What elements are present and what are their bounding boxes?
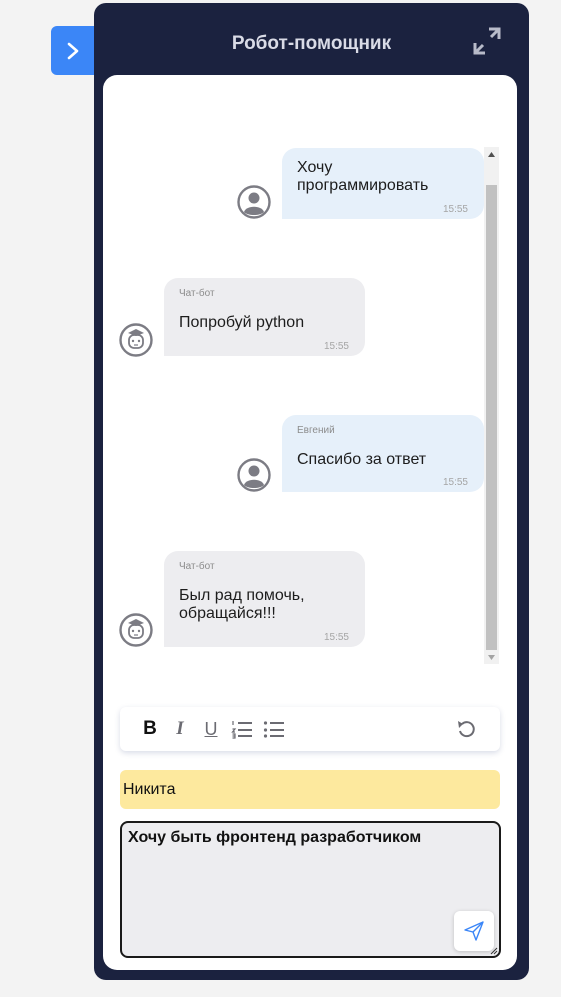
ordered-list-button[interactable] <box>230 717 254 741</box>
panel-title: Робот-помощник <box>231 33 392 54</box>
message-sender: Чат-бот <box>179 288 215 299</box>
user-avatar-icon <box>237 185 271 219</box>
scroll-up-arrow[interactable] <box>484 147 499 161</box>
message-sender: Чат-бот <box>179 561 215 572</box>
bold-button[interactable]: B <box>138 717 162 741</box>
message-bubble-user: Евгений Спасибо за ответ 15:55 <box>282 415 484 492</box>
bot-avatar-icon <box>119 323 153 357</box>
message-text: Был рад помочь, обращайся!!! <box>179 587 305 623</box>
message-scrollbar[interactable] <box>484 147 499 664</box>
scrollbar-thumb[interactable] <box>486 185 497 650</box>
message-text-line: Хочу <box>297 159 333 176</box>
sidebar-toggle-button[interactable] <box>51 26 95 75</box>
message-input[interactable]: Хочу быть фронтенд разработчиком <box>120 821 501 958</box>
chevron-right-icon <box>67 42 79 59</box>
bot-avatar-icon <box>119 613 153 647</box>
chat-panel: Робот-помощник Хочу программировать 15:5… <box>94 3 529 980</box>
message-text-line: Был рад помочь, <box>179 587 305 604</box>
message-list[interactable]: Хочу программировать 15:55 Чат-бот Попро… <box>103 75 517 675</box>
message-text-line: программировать <box>297 177 429 194</box>
underline-button[interactable]: U <box>199 717 223 741</box>
message-text: Спасибо за ответ <box>297 451 426 469</box>
message-text: Хочу программировать <box>297 159 428 195</box>
formatting-toolbar: B I U <box>120 707 500 751</box>
bullet-list-icon <box>263 721 284 738</box>
message-bubble-bot: Чат-бот Попробуй python 15:55 <box>164 278 365 356</box>
message-sender: Евгений <box>297 425 335 436</box>
chat-card: Хочу программировать 15:55 Чат-бот Попро… <box>103 75 517 970</box>
expand-icon <box>473 27 501 55</box>
scroll-down-arrow[interactable] <box>484 650 499 664</box>
bold-icon: B <box>143 718 157 739</box>
message-bubble-bot: Чат-бот Был рад помочь, обращайся!!! 15:… <box>164 551 365 647</box>
message-time: 15:55 <box>323 341 349 352</box>
message-text-line: Спасибо за ответ <box>297 451 427 468</box>
bullet-list-button[interactable] <box>262 717 286 741</box>
message-text: Попробуй python <box>179 314 304 332</box>
send-icon <box>464 921 484 941</box>
recipient-field[interactable]: Никита <box>120 770 500 809</box>
message-bubble-user: Хочу программировать 15:55 <box>282 148 484 219</box>
undo-button[interactable] <box>454 717 478 741</box>
expand-button[interactable] <box>471 25 503 57</box>
send-button[interactable] <box>454 911 494 951</box>
ordered-list-icon <box>231 721 252 739</box>
message-input-text[interactable]: Хочу быть фронтенд разработчиком <box>128 829 421 847</box>
undo-icon <box>458 721 475 738</box>
message-time: 15:55 <box>442 204 468 215</box>
italic-button[interactable]: I <box>168 717 192 741</box>
resize-grip-icon[interactable] <box>490 947 498 955</box>
message-time: 15:55 <box>323 632 349 643</box>
message-time: 15:55 <box>442 477 468 488</box>
user-avatar-icon <box>237 458 271 492</box>
message-text-line: обращайся!!! <box>179 605 276 622</box>
italic-icon: I <box>176 718 184 739</box>
message-text-line: Попробуй python <box>179 314 305 331</box>
underline-icon: U <box>204 718 218 739</box>
